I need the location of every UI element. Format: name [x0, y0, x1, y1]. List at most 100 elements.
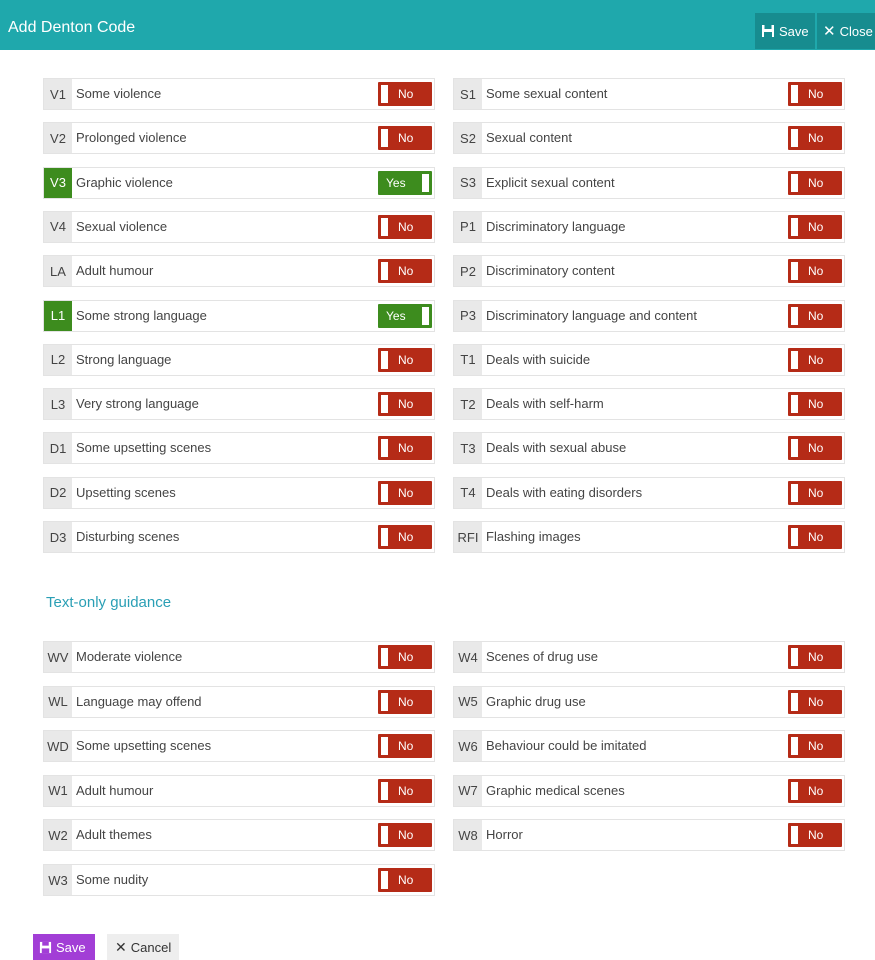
rating-label: Some strong language — [76, 307, 207, 323]
rating-row: T1 Deals with suicide No — [453, 343, 845, 376]
rating-row: T4 Deals with eating disorders No — [453, 476, 845, 509]
yes-no-toggle[interactable]: No — [378, 126, 432, 151]
yes-no-toggle[interactable]: No — [788, 778, 842, 803]
rating-label: Sexual violence — [76, 218, 168, 234]
rating-label: Strong language — [76, 351, 172, 367]
rating-label: Deals with self-harm — [486, 396, 604, 412]
toggle-knob — [381, 217, 388, 236]
yes-no-toggle[interactable]: No — [788, 303, 842, 328]
rating-label: Discriminatory content — [486, 263, 615, 279]
rating-label: Graphic violence — [76, 174, 173, 190]
yes-no-toggle[interactable]: No — [378, 689, 432, 714]
footer-save-label: Save — [56, 939, 86, 955]
yes-no-toggle[interactable]: No — [788, 823, 842, 848]
footer-cancel-label: Cancel — [130, 939, 172, 955]
toggle-state-label: No — [398, 694, 414, 709]
toggle-knob — [791, 85, 798, 103]
yes-no-toggle[interactable]: No — [378, 436, 432, 461]
rating-label: Some nudity — [76, 872, 149, 887]
rating-code: V1 — [44, 79, 72, 109]
toggle-state-label: No — [808, 694, 824, 709]
rating-code: D2 — [44, 477, 72, 508]
yes-no-toggle[interactable]: No — [378, 778, 432, 803]
rating-row: P2 Discriminatory content No — [453, 255, 845, 288]
rating-label: Some upsetting scenes — [76, 440, 212, 456]
header-close-button[interactable]: ✕ Close — [817, 13, 875, 49]
yes-no-toggle[interactable]: No — [788, 347, 842, 372]
yes-no-toggle[interactable]: No — [788, 170, 842, 195]
rating-label: Horror — [486, 827, 523, 843]
toggle-state-label: No — [398, 530, 414, 544]
rating-row: S1 Some sexual content No — [453, 78, 845, 110]
rating-code: S3 — [454, 167, 482, 198]
yes-no-toggle[interactable]: No — [788, 645, 842, 669]
header-save-label: Save — [779, 23, 809, 39]
yes-no-toggle[interactable]: No — [788, 392, 842, 417]
close-icon: ✕ — [115, 938, 127, 955]
rating-label: Very strong language — [76, 396, 199, 412]
toggle-knob — [381, 648, 388, 666]
toggle-knob — [422, 306, 429, 325]
rating-row: L1 Some strong language Yes — [43, 299, 435, 332]
rating-label: Sexual content — [486, 130, 573, 146]
yes-no-toggle[interactable]: No — [378, 347, 432, 372]
toggle-state-label: No — [808, 441, 824, 456]
rating-label: Scenes of drug use — [486, 649, 599, 664]
yes-no-toggle[interactable]: No — [788, 259, 842, 284]
toggle-knob — [422, 173, 429, 192]
rating-code: WL — [44, 686, 72, 717]
rating-code: W5 — [454, 686, 482, 717]
toggle-state-label: No — [398, 264, 414, 279]
yes-no-toggle[interactable]: Yes — [378, 303, 432, 328]
toggle-knob — [381, 483, 388, 502]
toggle-knob — [381, 350, 388, 369]
rating-label: Some sexual content — [486, 86, 608, 101]
toggle-knob — [791, 781, 798, 800]
rating-code: D3 — [44, 522, 72, 552]
rating-label: Upsetting scenes — [76, 484, 176, 500]
yes-no-toggle[interactable]: No — [788, 734, 842, 759]
rating-code: T4 — [454, 477, 482, 508]
rating-label: Deals with eating disorders — [486, 484, 643, 500]
header-save-button[interactable]: Save — [755, 13, 815, 49]
toggle-state-label: No — [398, 397, 414, 412]
rating-label: Behaviour could be imitated — [486, 738, 647, 754]
toggle-knob — [381, 528, 388, 546]
toggle-state-label: No — [808, 131, 824, 146]
toggle-knob — [791, 217, 798, 236]
yes-no-toggle[interactable]: No — [378, 525, 432, 549]
rating-row: V2 Prolonged violence No — [43, 122, 435, 155]
yes-no-toggle[interactable]: No — [378, 480, 432, 505]
rating-label: Adult humour — [76, 782, 154, 798]
yes-no-toggle[interactable]: No — [378, 823, 432, 848]
yes-no-toggle[interactable]: No — [788, 525, 842, 549]
rating-code: LA — [44, 256, 72, 287]
rating-code: L3 — [44, 389, 72, 420]
yes-no-toggle[interactable]: No — [378, 645, 432, 669]
yes-no-toggle[interactable]: No — [378, 734, 432, 759]
toggle-knob — [791, 737, 798, 756]
yes-no-toggle[interactable]: No — [788, 214, 842, 239]
rating-code: W2 — [44, 820, 72, 851]
dialog-title: Add Denton Code — [8, 19, 136, 36]
yes-no-toggle[interactable]: No — [378, 82, 432, 106]
toggle-state-label: Yes — [386, 175, 406, 190]
toggle-state-label: No — [808, 485, 824, 500]
yes-no-toggle[interactable]: No — [788, 480, 842, 505]
yes-no-toggle[interactable]: No — [788, 436, 842, 461]
yes-no-toggle[interactable]: No — [378, 214, 432, 239]
yes-no-toggle[interactable]: No — [378, 392, 432, 417]
footer-save-button[interactable]: Save — [33, 934, 95, 960]
yes-no-toggle[interactable]: No — [788, 126, 842, 151]
rating-row: V3 Graphic violence Yes — [43, 166, 435, 199]
yes-no-toggle[interactable]: No — [788, 82, 842, 106]
footer-cancel-button[interactable]: ✕ Cancel — [107, 934, 179, 960]
toggle-knob — [381, 826, 388, 845]
toggle-state-label: No — [398, 352, 414, 367]
yes-no-toggle[interactable]: No — [378, 868, 432, 892]
toggle-knob — [791, 262, 798, 281]
yes-no-toggle[interactable]: No — [378, 259, 432, 284]
yes-no-toggle[interactable]: No — [788, 689, 842, 714]
rating-row: D3 Disturbing scenes No — [43, 521, 435, 553]
yes-no-toggle[interactable]: Yes — [378, 170, 432, 195]
